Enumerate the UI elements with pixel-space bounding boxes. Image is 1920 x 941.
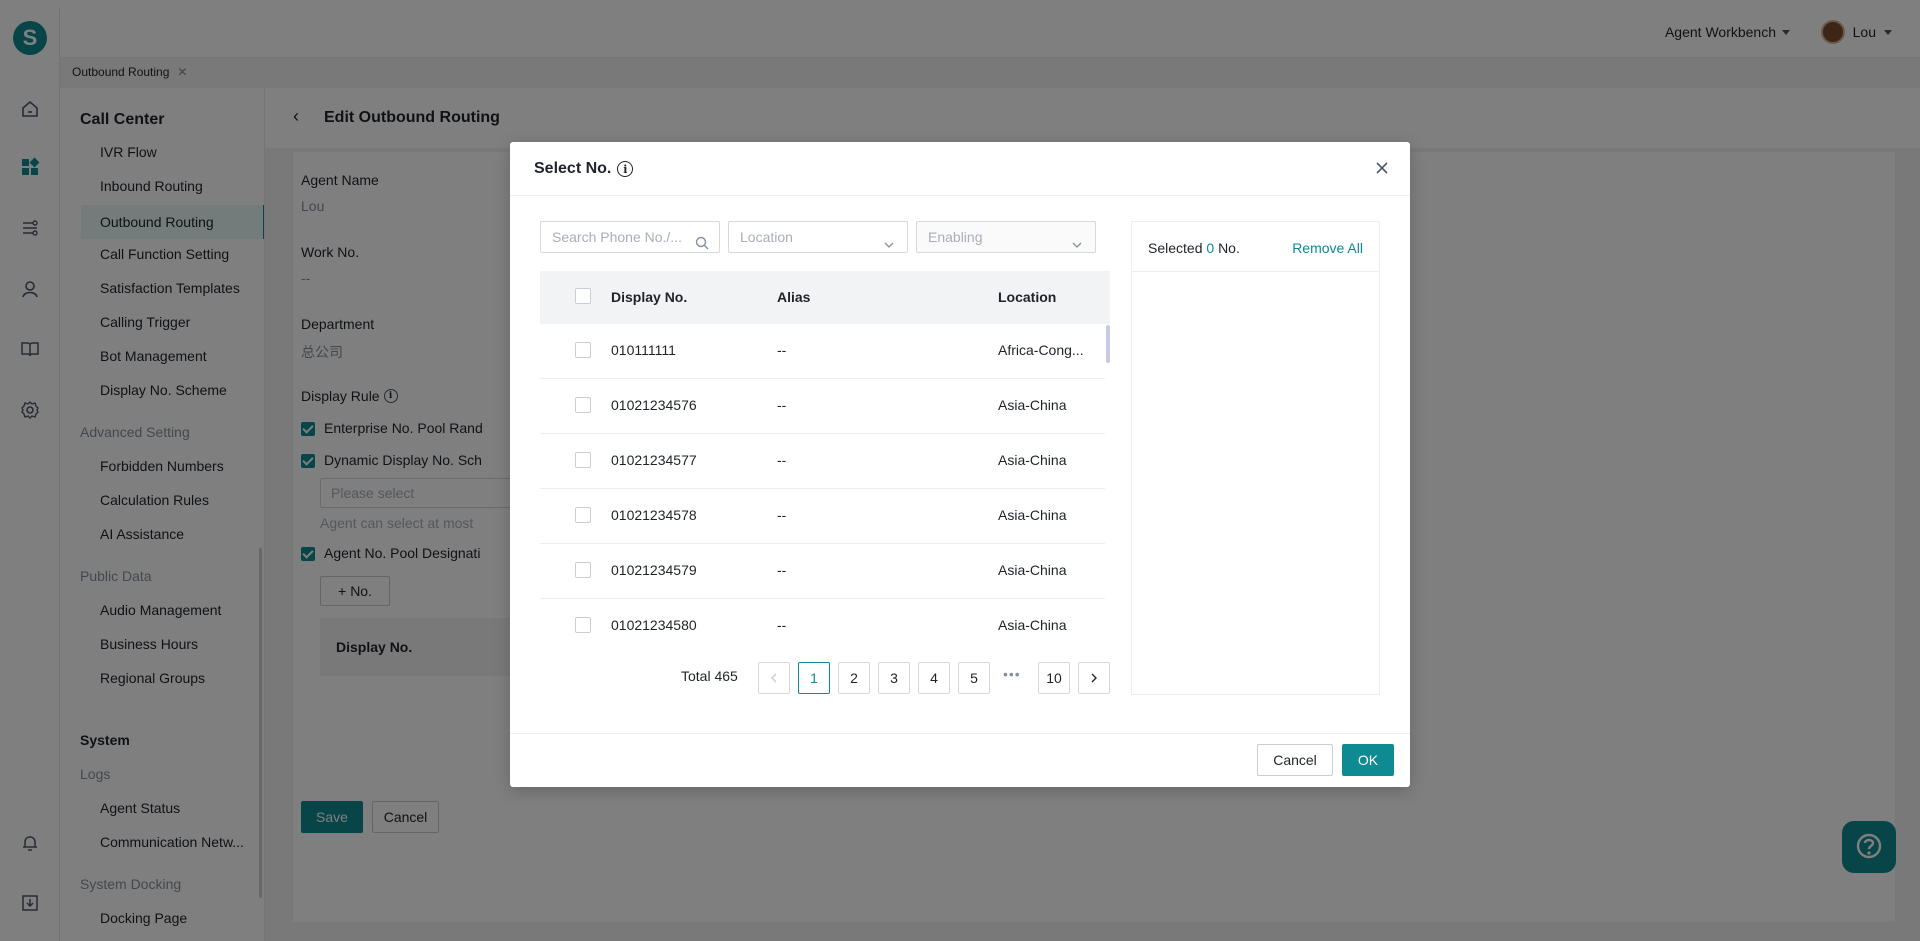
column-location: Location bbox=[998, 289, 1057, 305]
row-checkbox[interactable] bbox=[575, 452, 591, 468]
page-ellipsis[interactable]: ••• bbox=[1003, 666, 1021, 682]
row-display-no: 01021234580 bbox=[611, 617, 697, 633]
modal-ok-button[interactable]: OK bbox=[1342, 744, 1394, 776]
table-scrollbar[interactable] bbox=[1106, 325, 1110, 363]
total-count: Total 465 bbox=[681, 668, 738, 684]
info-icon[interactable]: i bbox=[617, 161, 634, 177]
row-location: Africa-Cong... bbox=[998, 342, 1084, 358]
search-placeholder: Search Phone No./... bbox=[552, 229, 682, 245]
selected-panel: Selected 0 No. Remove All bbox=[1131, 221, 1380, 695]
location-select[interactable]: Location bbox=[728, 221, 908, 253]
chevron-left-icon bbox=[771, 673, 777, 683]
page-button-10[interactable]: 10 bbox=[1038, 662, 1070, 694]
selected-panel-header: Selected 0 No. Remove All bbox=[1132, 222, 1379, 272]
prev-page-button[interactable] bbox=[758, 662, 790, 694]
table-row[interactable]: 01021234579 -- Asia-China bbox=[540, 544, 1105, 599]
modal-cancel-button[interactable]: Cancel bbox=[1257, 744, 1333, 776]
row-display-no: 010111111 bbox=[611, 342, 676, 358]
modal-header: Select No. i bbox=[510, 142, 1410, 196]
row-checkbox[interactable] bbox=[575, 562, 591, 578]
page-button-3[interactable]: 3 bbox=[878, 662, 910, 694]
row-alias: -- bbox=[777, 562, 787, 578]
table-row[interactable]: 01021234580 -- Asia-China bbox=[540, 599, 1105, 634]
table-row[interactable]: 01021234578 -- Asia-China bbox=[540, 489, 1105, 544]
location-placeholder: Location bbox=[740, 229, 793, 245]
row-checkbox[interactable] bbox=[575, 507, 591, 523]
select-all-checkbox[interactable] bbox=[575, 288, 591, 304]
table-row[interactable]: 01021234577 -- Asia-China bbox=[540, 434, 1105, 489]
page-button-5[interactable]: 5 bbox=[958, 662, 990, 694]
row-location: Asia-China bbox=[998, 507, 1067, 523]
modal-title: Select No. i bbox=[534, 160, 634, 178]
table-header: Display No. Alias Location bbox=[540, 271, 1110, 324]
chevron-down-icon bbox=[883, 231, 895, 261]
selected-count: Selected 0 No. bbox=[1148, 240, 1240, 256]
page-button-4[interactable]: 4 bbox=[918, 662, 950, 694]
row-location: Asia-China bbox=[998, 397, 1067, 413]
select-no-modal: Select No. i Search Phone No./... Locati… bbox=[510, 142, 1410, 787]
row-checkbox[interactable] bbox=[575, 397, 591, 413]
enabling-placeholder: Enabling bbox=[928, 229, 983, 245]
page-button-2[interactable]: 2 bbox=[838, 662, 870, 694]
next-page-button[interactable] bbox=[1078, 662, 1110, 694]
selected-number: 0 bbox=[1206, 240, 1215, 256]
row-alias: -- bbox=[777, 452, 787, 468]
enabling-select[interactable]: Enabling bbox=[916, 221, 1096, 253]
search-phone-input[interactable]: Search Phone No./... bbox=[540, 221, 720, 253]
search-icon[interactable] bbox=[695, 230, 709, 260]
selected-prefix: Selected bbox=[1148, 240, 1203, 256]
row-display-no: 01021234576 bbox=[611, 397, 697, 413]
row-display-no: 01021234579 bbox=[611, 562, 697, 578]
row-display-no: 01021234577 bbox=[611, 452, 697, 468]
column-alias: Alias bbox=[777, 289, 811, 305]
row-checkbox[interactable] bbox=[575, 342, 591, 358]
modal-title-text: Select No. bbox=[534, 160, 612, 177]
column-display-no: Display No. bbox=[611, 289, 688, 305]
row-location: Asia-China bbox=[998, 562, 1067, 578]
remove-all-link[interactable]: Remove All bbox=[1292, 240, 1363, 256]
table-row[interactable]: 010111111 -- Africa-Cong... bbox=[540, 324, 1105, 379]
row-alias: -- bbox=[777, 507, 787, 523]
row-alias: -- bbox=[777, 342, 787, 358]
close-icon[interactable] bbox=[1372, 158, 1392, 178]
chevron-down-icon bbox=[1071, 231, 1083, 261]
row-alias: -- bbox=[777, 397, 787, 413]
selected-suffix: No. bbox=[1218, 240, 1240, 256]
row-checkbox[interactable] bbox=[575, 617, 591, 633]
row-alias: -- bbox=[777, 617, 787, 633]
modal-footer: Cancel OK bbox=[510, 733, 1410, 787]
numbers-table: Display No. Alias Location 010111111 -- … bbox=[540, 271, 1110, 634]
row-display-no: 01021234578 bbox=[611, 507, 697, 523]
row-location: Asia-China bbox=[998, 617, 1067, 633]
table-row[interactable]: 01021234576 -- Asia-China bbox=[540, 379, 1105, 434]
page-button-1[interactable]: 1 bbox=[798, 662, 830, 694]
chevron-right-icon bbox=[1091, 673, 1097, 683]
row-location: Asia-China bbox=[998, 452, 1067, 468]
